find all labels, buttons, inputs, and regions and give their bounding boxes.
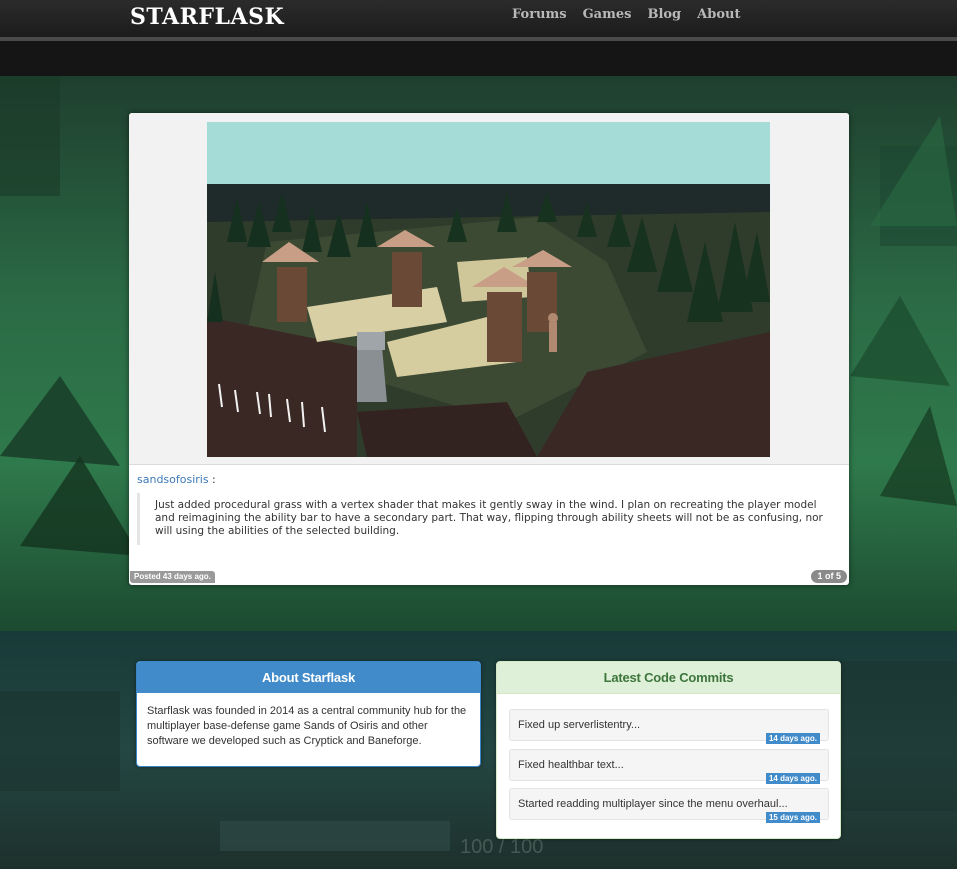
pagination-badge[interactable]: 1 of 5 [811, 570, 847, 583]
about-panel-title: About Starflask [137, 662, 480, 693]
nav-links: Forums Games Blog About [512, 7, 740, 22]
about-panel-body: Starflask was founded in 2014 as a centr… [147, 705, 467, 747]
commits-panel: Latest Code Commits Fixed up serverliste… [496, 661, 841, 839]
commit-message: Fixed healthbar text... [518, 759, 624, 771]
commit-item[interactable]: Started readding multiplayer since the m… [509, 788, 829, 823]
nav-about[interactable]: About [697, 7, 740, 22]
commit-age-badge: 15 days ago. [765, 812, 820, 823]
nav-blog[interactable]: Blog [647, 7, 681, 22]
commits-panel-title: Latest Code Commits [497, 662, 840, 694]
about-panel: About Starflask Starflask was founded in… [136, 661, 481, 767]
post-body: Just added procedural grass with a verte… [137, 493, 837, 545]
nav-games[interactable]: Games [583, 7, 632, 22]
commit-message: Started readding multiplayer since the m… [518, 798, 788, 810]
commit-message: Fixed up serverlistentry... [518, 719, 641, 731]
commit-age-badge: 14 days ago. [765, 733, 820, 744]
commit-age-badge: 14 days ago. [765, 773, 820, 784]
post-author-colon: : [212, 473, 216, 486]
subnav-bar [0, 41, 957, 76]
nav-forums[interactable]: Forums [512, 7, 567, 22]
posted-time-badge: Posted 43 days ago. [130, 571, 215, 583]
background-health-readout: 100 / 100 [460, 836, 544, 858]
post-card: sandsofosiris : Just added procedural gr… [129, 113, 849, 585]
post-image-frame [129, 113, 849, 465]
commit-item[interactable]: Fixed healthbar text... 14 days ago. [509, 749, 829, 784]
game-screenshot[interactable] [207, 122, 770, 457]
commit-item[interactable]: Fixed up serverlistentry... 14 days ago. [509, 709, 829, 744]
brand-logo[interactable]: STARFLASK [130, 4, 284, 30]
navbar: STARFLASK Forums Games Blog About [0, 0, 957, 37]
post-author-link[interactable]: sandsofosiris [137, 473, 209, 486]
